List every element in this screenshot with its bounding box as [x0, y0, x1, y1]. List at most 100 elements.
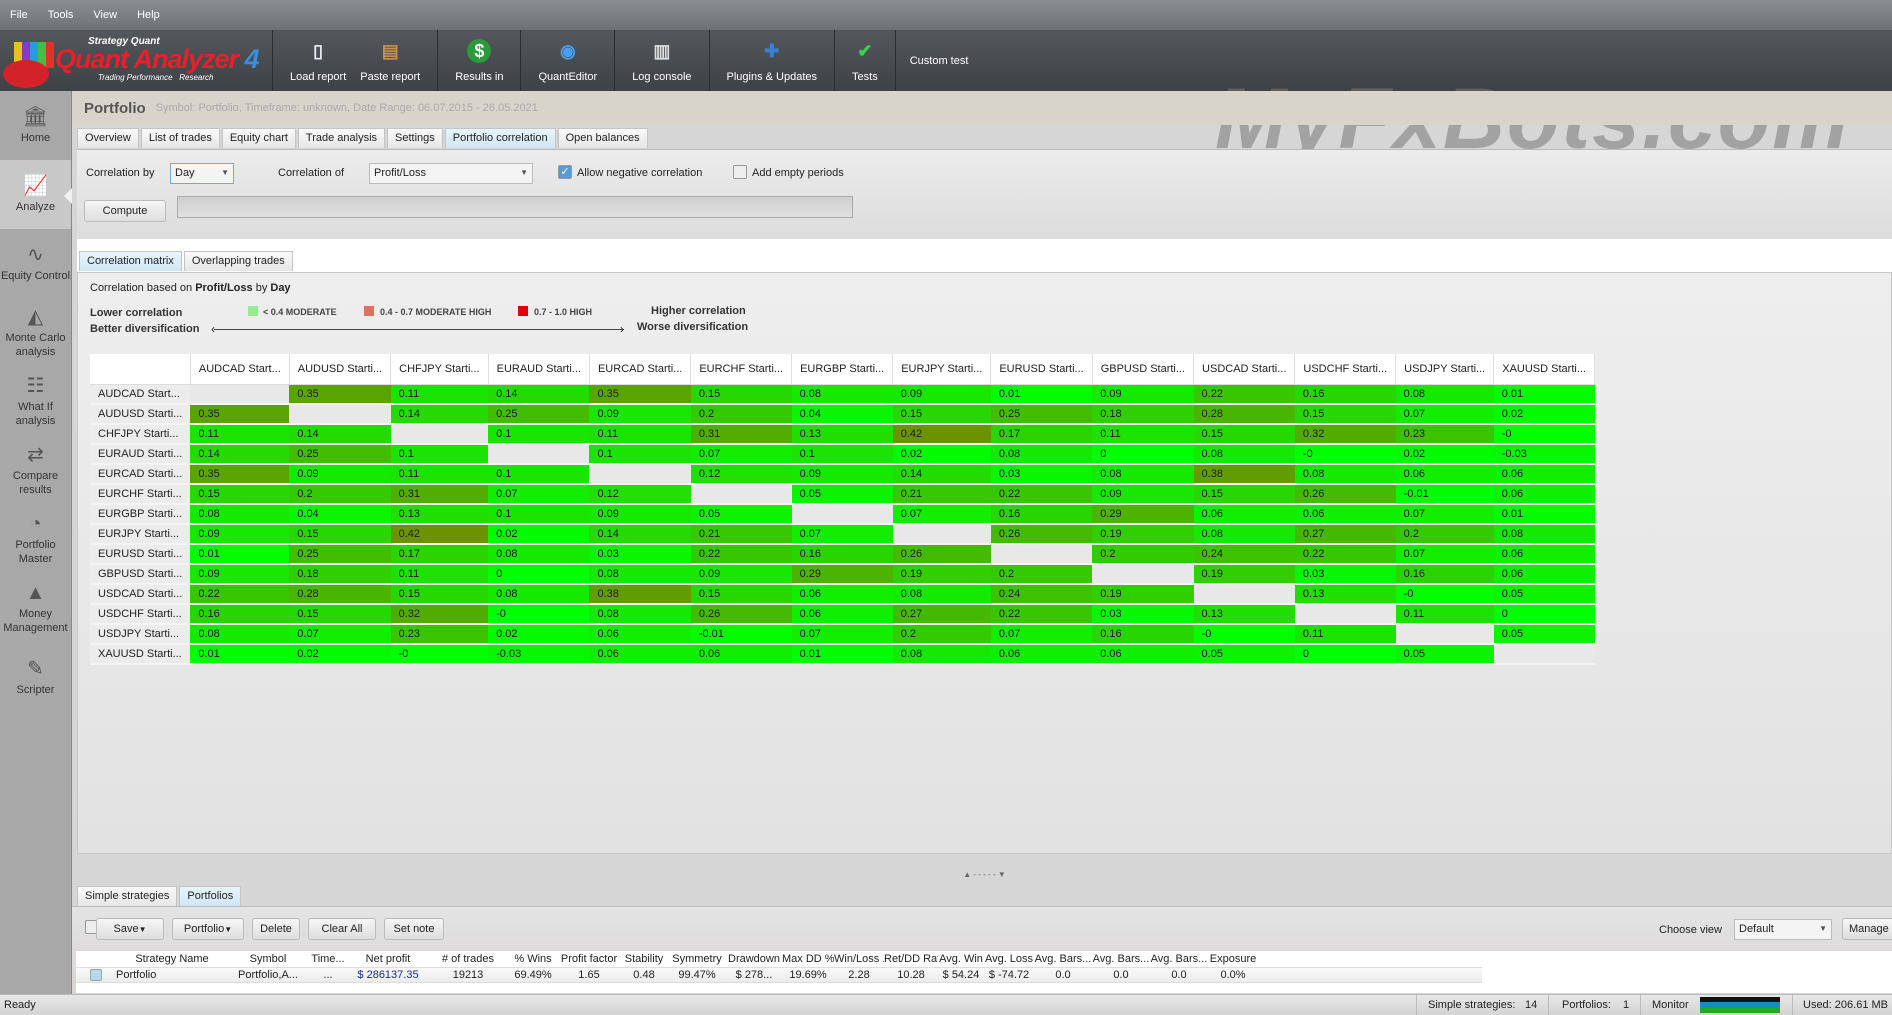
- matrix-cell[interactable]: 0.06: [690, 644, 792, 665]
- matrix-cell[interactable]: 0.17: [990, 424, 1093, 445]
- matrix-cell[interactable]: 0.09: [1092, 384, 1194, 405]
- matrix-cell[interactable]: 0.08: [488, 584, 590, 605]
- column-header-ret-dd-ratio[interactable]: Ret/DD Ratio: [884, 953, 938, 965]
- matrix-cell[interactable]: 0.03: [1092, 604, 1194, 625]
- matrix-cell[interactable]: 0.02: [488, 624, 590, 645]
- matrix-cell[interactable]: 0.07: [892, 504, 991, 525]
- matrix-cell[interactable]: 0.08: [1193, 524, 1295, 545]
- column-header-avg-bars[interactable]: Avg. Bars...: [1034, 953, 1092, 965]
- matrix-cell[interactable]: 0.08: [589, 604, 691, 625]
- matrix-cell[interactable]: 0.09: [690, 564, 792, 585]
- matrix-cell[interactable]: 0.38: [1193, 464, 1295, 485]
- matrix-cell[interactable]: 0.22: [990, 604, 1093, 625]
- load-report-button[interactable]: ▯ Load report: [283, 30, 353, 91]
- set-note-button[interactable]: Set note: [384, 918, 444, 940]
- matrix-column-header[interactable]: EURUSD Starti...: [990, 354, 1093, 385]
- matrix-cell[interactable]: 0.22: [990, 484, 1093, 505]
- matrix-cell[interactable]: 0.11: [589, 424, 691, 445]
- sidebar-item-money-management[interactable]: ▲ Money Management: [0, 574, 71, 643]
- matrix-cell[interactable]: 0.07: [990, 624, 1093, 645]
- tab-list-of-trades[interactable]: List of trades: [140, 128, 220, 148]
- matrix-cell[interactable]: 0.14: [190, 444, 290, 465]
- plugins-updates-button[interactable]: ✚ Plugins & Updates: [720, 30, 825, 91]
- matrix-cell[interactable]: 0.07: [791, 624, 893, 645]
- matrix-cell[interactable]: 0.07: [1395, 544, 1494, 565]
- matrix-column-header[interactable]: USDJPY Starti...: [1395, 354, 1495, 385]
- matrix-cell[interactable]: 0.38: [589, 584, 691, 605]
- matrix-cell[interactable]: 0.1: [488, 464, 590, 485]
- correlation-of-select[interactable]: Profit/Loss ▼: [369, 163, 533, 184]
- matrix-cell[interactable]: 0.2: [1395, 524, 1494, 545]
- matrix-cell[interactable]: 0.11: [390, 384, 489, 405]
- matrix-column-header[interactable]: AUDUSD Starti...: [289, 354, 392, 385]
- matrix-cell[interactable]: 0.06: [1493, 484, 1595, 505]
- matrix-cell[interactable]: -0.03: [1493, 444, 1595, 465]
- tab-trade-analysis[interactable]: Trade analysis: [297, 128, 386, 148]
- matrix-cell[interactable]: 0.02: [1395, 444, 1494, 465]
- matrix-cell[interactable]: 0.16: [990, 504, 1093, 525]
- matrix-cell[interactable]: 0.1: [589, 444, 691, 465]
- correlation-by-select[interactable]: Day ▼: [170, 163, 234, 184]
- menu-file[interactable]: File: [10, 9, 28, 21]
- tab-portfolios[interactable]: Portfolios: [179, 886, 242, 906]
- matrix-cell[interactable]: 0.32: [390, 604, 489, 625]
- matrix-cell[interactable]: 0.07: [488, 484, 590, 505]
- matrix-column-header[interactable]: EURCHF Starti...: [690, 354, 793, 385]
- matrix-cell[interactable]: 0.05: [1493, 624, 1595, 645]
- matrix-cell[interactable]: 0.12: [690, 464, 792, 485]
- matrix-cell[interactable]: 0.25: [990, 404, 1093, 425]
- matrix-cell[interactable]: 0.08: [190, 504, 290, 525]
- matrix-cell[interactable]: 0.11: [390, 564, 489, 585]
- matrix-cell[interactable]: 0.1: [390, 444, 489, 465]
- matrix-column-header[interactable]: USDCHF Starti...: [1294, 354, 1397, 385]
- menu-tools[interactable]: Tools: [48, 9, 74, 21]
- matrix-cell[interactable]: -0: [1493, 424, 1595, 445]
- matrix-cell[interactable]: 0.01: [190, 644, 290, 665]
- matrix-cell[interactable]: 0.06: [1193, 504, 1295, 525]
- matrix-cell[interactable]: 0.01: [190, 544, 290, 565]
- matrix-cell[interactable]: 0.08: [892, 584, 991, 605]
- matrix-cell[interactable]: 0.31: [690, 424, 792, 445]
- matrix-cell[interactable]: 0.05: [791, 484, 893, 505]
- sidebar-item-equity-control[interactable]: ∿ Equity Control: [0, 229, 71, 298]
- matrix-cell[interactable]: 0.19: [892, 564, 991, 585]
- matrix-cell[interactable]: 0.05: [1493, 584, 1595, 605]
- matrix-cell[interactable]: 0.23: [390, 624, 489, 645]
- matrix-cell[interactable]: 0.07: [1395, 504, 1494, 525]
- matrix-cell[interactable]: 0.06: [791, 584, 893, 605]
- matrix-cell[interactable]: 0.19: [1092, 584, 1194, 605]
- matrix-cell[interactable]: 0.06: [1294, 504, 1396, 525]
- matrix-cell[interactable]: -0: [390, 644, 489, 665]
- matrix-cell[interactable]: 0.15: [1193, 424, 1295, 445]
- column-header-net-profit[interactable]: Net profit: [348, 953, 428, 965]
- matrix-cell[interactable]: 0.26: [1294, 484, 1396, 505]
- matrix-cell[interactable]: 0.08: [488, 544, 590, 565]
- sidebar-item-home[interactable]: 🏛 Home: [0, 91, 71, 160]
- choose-view-select[interactable]: Default ▼: [1734, 919, 1832, 940]
- matrix-cell[interactable]: 0.27: [1294, 524, 1396, 545]
- matrix-cell[interactable]: 0.06: [1493, 544, 1595, 565]
- matrix-cell[interactable]: -0: [488, 604, 590, 625]
- table-row[interactable]: Portfolio Portfolio,A...... $ 286137.35 192…: [76, 967, 1482, 983]
- matrix-cell[interactable]: 0.22: [1193, 384, 1295, 405]
- matrix-cell[interactable]: 0.13: [1294, 584, 1396, 605]
- matrix-cell[interactable]: 0.08: [190, 624, 290, 645]
- column-header-win-loss[interactable]: Win/Loss ...: [834, 953, 884, 965]
- tab-overlapping-trades[interactable]: Overlapping trades: [183, 251, 293, 271]
- matrix-cell[interactable]: 0.09: [589, 404, 691, 425]
- matrix-cell[interactable]: 0.15: [1294, 404, 1396, 425]
- matrix-cell[interactable]: 0.01: [1493, 384, 1595, 405]
- tests-button[interactable]: ✔ Tests: [845, 30, 885, 91]
- matrix-cell[interactable]: 0.16: [1395, 564, 1494, 585]
- allow-negative-checkbox[interactable]: ✓: [558, 165, 572, 179]
- matrix-cell[interactable]: 0.23: [1395, 424, 1494, 445]
- column-header-wins[interactable]: % Wins: [508, 953, 558, 965]
- column-header-exposure[interactable]: Exposure: [1208, 953, 1258, 965]
- matrix-column-header[interactable]: EURAUD Starti...: [488, 354, 590, 385]
- matrix-cell[interactable]: 0.08: [589, 564, 691, 585]
- matrix-cell[interactable]: 0.07: [289, 624, 391, 645]
- log-console-button[interactable]: ▥ Log console: [625, 30, 698, 91]
- matrix-cell[interactable]: 0.08: [892, 644, 991, 665]
- matrix-column-header[interactable]: USDCAD Starti...: [1193, 354, 1296, 385]
- matrix-cell[interactable]: 0.24: [990, 584, 1093, 605]
